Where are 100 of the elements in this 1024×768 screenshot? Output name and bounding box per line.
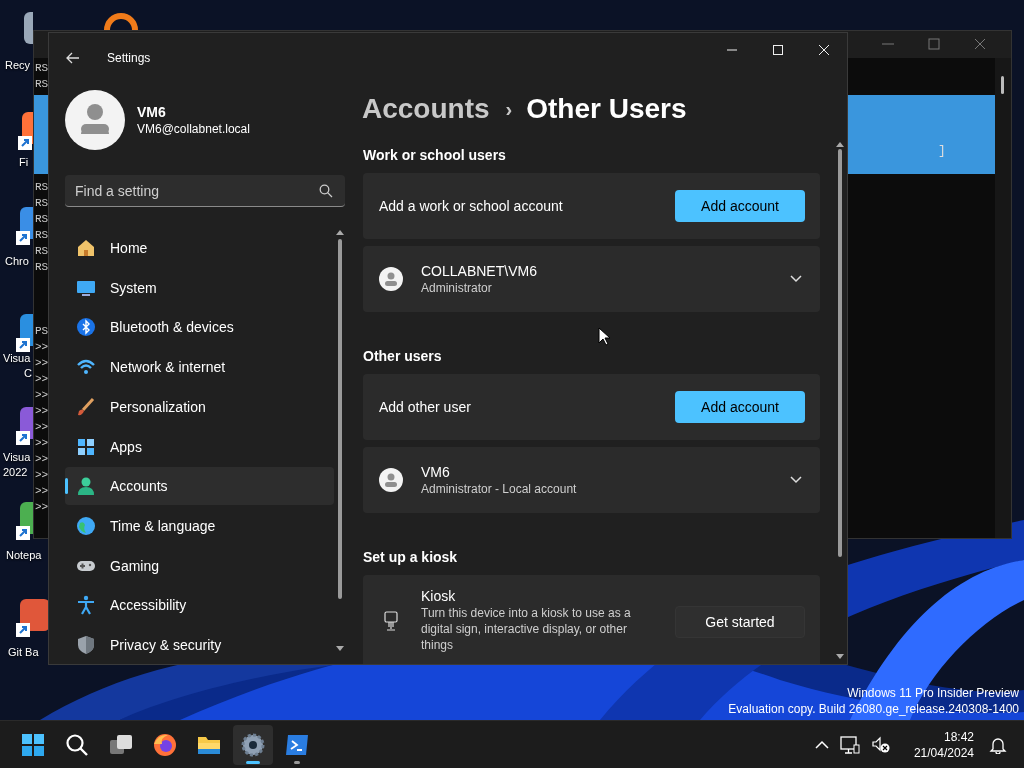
terminal-text: RS — [34, 228, 49, 243]
user-name: VM6 — [137, 103, 167, 121]
icon-label: Git Ba — [8, 645, 39, 660]
search-icon[interactable] — [319, 184, 333, 198]
icon-label: Chro — [5, 254, 29, 269]
terminal-text: RS — [34, 260, 49, 275]
window-title: Settings — [107, 51, 151, 65]
breadcrumb-link[interactable]: Accounts — [362, 93, 490, 125]
scroll-up-icon[interactable] — [836, 141, 844, 147]
gear-icon — [240, 731, 266, 758]
card-label: Add other user — [379, 399, 472, 415]
card-label: Add a work or school account — [379, 198, 564, 214]
running-indicator — [246, 760, 260, 764]
terminal-text: >> — [34, 356, 49, 371]
icon-label: Visua — [3, 351, 31, 366]
nav-item[interactable]: Time & language — [65, 507, 334, 545]
chevron-down-icon[interactable] — [790, 476, 802, 484]
icon-label: Fi — [19, 155, 29, 170]
start-icon — [20, 731, 46, 758]
brush-icon — [76, 396, 96, 417]
scroll-down-icon[interactable] — [836, 654, 844, 660]
icon-label: 2022 — [3, 465, 28, 480]
home-icon — [76, 237, 96, 258]
user-email: VM6@collabnet.local — [137, 121, 250, 137]
nav-item[interactable]: Gaming — [65, 546, 334, 585]
clock[interactable]: 18:42 21/04/2024 — [913, 728, 974, 761]
terminal-text: >> — [34, 388, 49, 403]
mouse-pointer-icon — [598, 327, 610, 346]
watermark-text: Evaluation copy. Build 26080.ge_release.240308-1400 — [728, 701, 1019, 717]
person-icon — [76, 476, 96, 497]
terminal-text: RS — [34, 61, 49, 76]
nav-item[interactable]: Home — [65, 229, 334, 267]
icon-label: C — [24, 366, 32, 381]
nav-item[interactable]: Bluetooth & devices — [65, 308, 334, 347]
terminal-text: PS — [34, 324, 49, 339]
terminal-text: RS — [34, 77, 49, 92]
terminal-text: >> — [34, 468, 49, 483]
account-name: COLLABNET\VM6 — [421, 262, 538, 280]
account-role: Administrator - Local account — [421, 481, 578, 497]
accessibility-icon — [76, 595, 96, 616]
avatar-icon — [379, 267, 403, 291]
breadcrumb-separator: › — [505, 97, 513, 121]
section-heading: Other users — [363, 347, 443, 366]
running-indicator — [294, 760, 300, 764]
back-arrow-icon[interactable] — [65, 50, 81, 66]
scrollbar-thumb[interactable] — [338, 239, 342, 599]
browser-icon — [152, 731, 178, 758]
account-role: Administrator — [421, 280, 493, 296]
scroll-up-icon[interactable] — [336, 229, 344, 235]
nav-item[interactable]: Personalization — [65, 387, 334, 426]
terminal-text: RS — [34, 196, 49, 211]
account-name: VM6 — [421, 463, 451, 481]
nav-item[interactable]: Apps — [65, 427, 334, 466]
section-heading: Work or school users — [363, 146, 507, 165]
selection-indicator — [65, 478, 68, 495]
terminal-text: RS — [34, 180, 49, 195]
avatar-icon — [65, 90, 125, 150]
terminal-text: ] — [938, 143, 946, 158]
chevron-down-icon[interactable] — [790, 275, 802, 283]
search-icon — [64, 731, 90, 758]
nav-item[interactable]: Network & internet — [65, 348, 334, 386]
terminal-text: >> — [34, 372, 49, 387]
scrollbar-thumb[interactable] — [838, 149, 842, 557]
network-icon[interactable] — [839, 735, 860, 754]
taskbar-button[interactable] — [233, 724, 273, 765]
notification-bell-icon[interactable] — [989, 735, 1007, 754]
add-account-button[interactable]: Add account — [675, 391, 805, 423]
terminal-text: >> — [34, 436, 49, 451]
icon-label: Visua — [3, 450, 31, 465]
add-account-button[interactable]: Add account — [675, 190, 805, 222]
page-title: Other Users — [526, 93, 687, 125]
terminal-text: >> — [34, 420, 49, 435]
apps-icon — [76, 436, 96, 457]
section-heading: Set up a kiosk — [363, 548, 459, 567]
card-label: Kiosk — [421, 587, 457, 605]
terminal-text: >> — [34, 500, 49, 515]
nav-item[interactable]: System — [65, 268, 334, 307]
nav-item[interactable]: Accessibility — [65, 586, 334, 625]
volume-muted-icon[interactable] — [870, 735, 891, 754]
bluetooth-icon — [76, 317, 96, 338]
terminal-text: >> — [34, 340, 49, 355]
card-description: Turn this device into a kiosk to use as a digital sign, interactive display, or other things — [421, 605, 632, 653]
get-started-button[interactable]: Get started — [675, 606, 805, 638]
chevron-up-icon[interactable] — [814, 739, 829, 750]
terminal-text: >> — [34, 484, 49, 499]
shortcut-icon[interactable] — [14, 597, 48, 639]
icon-label: Notepa — [6, 548, 42, 563]
terminal-text: RS — [34, 244, 49, 259]
globe-icon — [76, 516, 96, 536]
terminal-text: >> — [34, 404, 49, 419]
search-field[interactable]: Find a setting — [65, 175, 345, 207]
terminal-text: >> — [34, 452, 49, 467]
nav-item[interactable]: Accounts — [65, 467, 334, 506]
scrollbar-thumb[interactable] — [1001, 76, 1004, 94]
terminal-text: RS — [34, 212, 49, 227]
shield-icon — [76, 635, 96, 656]
avatar-icon — [379, 468, 403, 492]
kiosk-icon — [383, 611, 399, 631]
icon-label: Recy — [5, 58, 31, 73]
nav-item[interactable]: Privacy & security — [65, 626, 334, 664]
